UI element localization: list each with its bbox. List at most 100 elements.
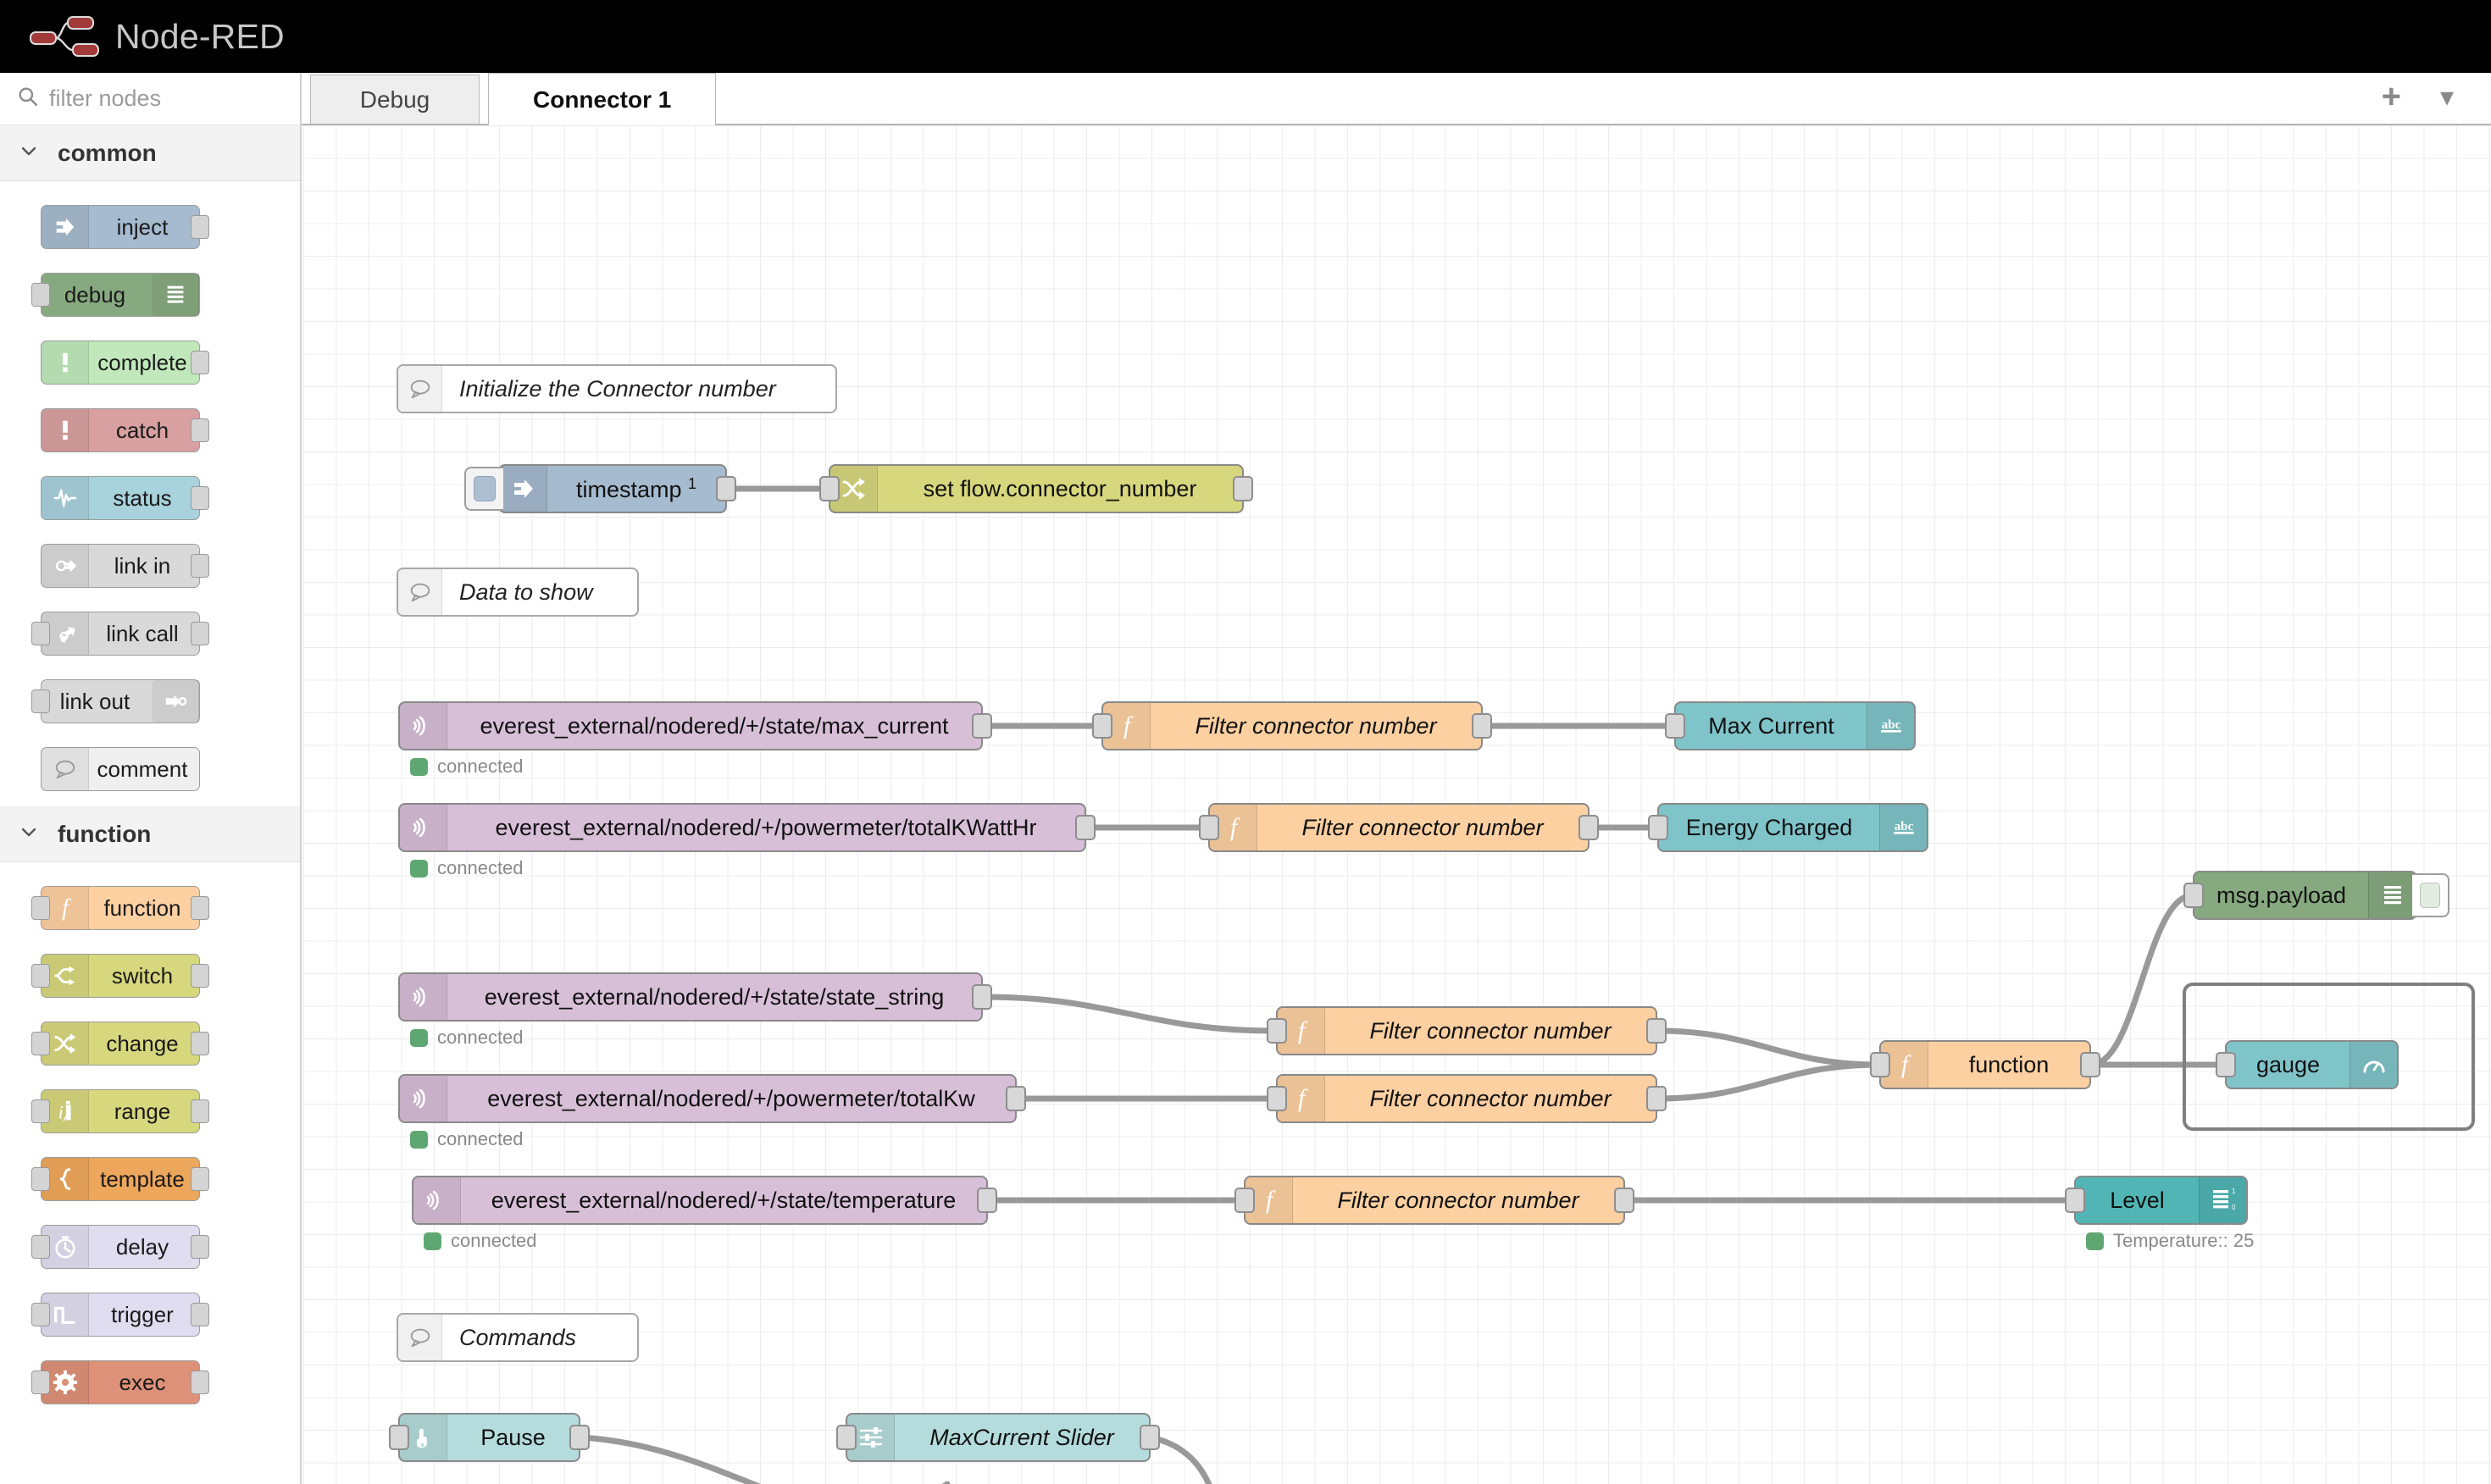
input-port[interactable]	[31, 1235, 50, 1259]
flow-node-btn1[interactable]: Pause	[389, 1413, 590, 1462]
flow-node-mqtt4[interactable]: everest_external/nodered/+/powermeter/to…	[398, 1074, 1026, 1123]
palette-category-function[interactable]: function	[0, 806, 300, 862]
palette-node-range[interactable]: i range	[0, 1077, 300, 1145]
output-port[interactable]	[2080, 1052, 2100, 1077]
output-port[interactable]	[1646, 1018, 1667, 1044]
output-port[interactable]	[1614, 1188, 1634, 1213]
palette-node-status[interactable]: status	[0, 464, 300, 532]
flow-menu-chevron-down-icon[interactable]: ▾	[2440, 83, 2454, 110]
add-flow-button[interactable]: +	[2382, 80, 2401, 114]
input-port[interactable]	[1267, 1086, 1287, 1111]
input-port[interactable]	[31, 1303, 50, 1326]
output-port[interactable]	[972, 713, 992, 739]
wire[interactable]	[1147, 1434, 1219, 1484]
palette-node-switch[interactable]: switch	[0, 942, 300, 1010]
flow-node-fn4[interactable]: f Filter connector number	[1267, 1074, 1667, 1123]
output-port[interactable]	[1233, 476, 1253, 501]
palette-node-link-in[interactable]: link in	[0, 532, 300, 600]
palette-node-change[interactable]: change	[0, 1010, 300, 1077]
input-port[interactable]	[1199, 815, 1219, 840]
flow-node-txt1[interactable]: Max Current abc	[1665, 701, 1916, 750]
input-port[interactable]	[1665, 713, 1685, 739]
output-port[interactable]	[191, 1303, 209, 1326]
flow-node-change1[interactable]: set flow.connector_number	[819, 464, 1253, 513]
flow-node-mqtt1[interactable]: everest_external/nodered/+/state/max_cur…	[398, 701, 992, 750]
input-port[interactable]	[31, 283, 50, 307]
flow-node-inject1[interactable]: timestamp 1	[464, 464, 736, 513]
palette-node-inject[interactable]: inject	[0, 193, 300, 261]
flow-node-fn5[interactable]: f function	[1870, 1040, 2100, 1089]
output-port[interactable]	[191, 351, 209, 374]
flow-node-mqtt2[interactable]: everest_external/nodered/+/powermeter/to…	[398, 803, 1096, 852]
wire[interactable]	[1654, 1027, 1883, 1068]
palette-node-delay[interactable]: delay	[0, 1213, 300, 1281]
flow-node-level1[interactable]: Level 1 0	[2065, 1176, 2248, 1225]
output-port[interactable]	[191, 964, 209, 988]
output-port[interactable]	[1006, 1086, 1026, 1111]
comment-node[interactable]: Data to show	[397, 568, 639, 617]
input-port[interactable]	[1092, 713, 1112, 739]
inject-trigger-button[interactable]	[464, 467, 503, 511]
flow-canvas[interactable]: Initialize the Connector number Data to …	[303, 125, 2491, 1484]
wire[interactable]	[979, 994, 1279, 1034]
output-port[interactable]	[191, 1032, 209, 1055]
output-port[interactable]	[191, 554, 209, 578]
output-port[interactable]	[191, 215, 209, 239]
output-port[interactable]	[972, 984, 992, 1010]
palette-node-template[interactable]: template	[0, 1145, 300, 1213]
palette-node-catch[interactable]: catch	[0, 396, 300, 464]
palette-node-complete[interactable]: complete	[0, 329, 300, 396]
flow-node-dbg1[interactable]: msg.payload	[2183, 871, 2449, 920]
palette-node-exec[interactable]: exec	[0, 1348, 300, 1416]
flow-node-fn1[interactable]: f Filter connector number	[1092, 701, 1492, 750]
output-port[interactable]	[1140, 1425, 1160, 1450]
input-port[interactable]	[389, 1425, 409, 1450]
input-port[interactable]	[1648, 815, 1668, 840]
output-port[interactable]	[1472, 713, 1492, 739]
palette-node-comment[interactable]: comment	[0, 735, 300, 803]
palette-node-link-call[interactable]: link call	[0, 600, 300, 667]
input-port[interactable]	[836, 1425, 857, 1450]
output-port[interactable]	[716, 476, 736, 501]
input-port[interactable]	[1870, 1052, 1890, 1077]
output-port[interactable]	[191, 1370, 209, 1394]
output-port[interactable]	[977, 1188, 997, 1213]
flow-node-fn3[interactable]: f Filter connector number	[1267, 1006, 1667, 1055]
flow-node-fn2[interactable]: f Filter connector number	[1199, 803, 1599, 852]
wire[interactable]	[1654, 1061, 1883, 1102]
tab-debug[interactable]: Debug	[310, 75, 480, 124]
output-port[interactable]	[191, 486, 209, 510]
palette-category-common[interactable]: common	[0, 125, 300, 181]
input-port[interactable]	[31, 622, 50, 645]
input-port[interactable]	[2216, 1052, 2236, 1077]
input-port[interactable]	[31, 1099, 50, 1123]
comment-node[interactable]: Initialize the Connector number	[397, 364, 837, 413]
palette-node-link-out[interactable]: link out	[0, 667, 300, 735]
input-port[interactable]	[2065, 1188, 2085, 1213]
flow-node-txt2[interactable]: Energy Charged abc	[1648, 803, 1928, 852]
flow-node-fn6[interactable]: f Filter connector number	[1234, 1176, 1634, 1225]
palette-node-function[interactable]: f function	[0, 874, 300, 942]
comment-node[interactable]: Commands	[397, 1313, 639, 1362]
output-port[interactable]	[191, 622, 209, 645]
input-port[interactable]	[31, 1370, 50, 1394]
wire[interactable]	[2088, 892, 2196, 1068]
output-port[interactable]	[569, 1425, 590, 1450]
input-port[interactable]	[1234, 1188, 1255, 1213]
input-port[interactable]	[31, 689, 50, 713]
output-port[interactable]	[1578, 815, 1599, 840]
input-port[interactable]	[31, 1167, 50, 1191]
input-port[interactable]	[31, 896, 50, 920]
output-port[interactable]	[191, 896, 209, 920]
output-port[interactable]	[191, 1167, 209, 1191]
output-port[interactable]	[1646, 1086, 1667, 1111]
output-port[interactable]	[191, 418, 209, 442]
flow-node-mqtt5[interactable]: everest_external/nodered/+/state/tempera…	[412, 1176, 997, 1225]
tab-connector-1[interactable]: Connector 1	[488, 73, 717, 125]
flow-node-slider1[interactable]: MaxCurrent Slider	[836, 1413, 1160, 1462]
input-port[interactable]	[31, 1032, 50, 1055]
input-port[interactable]	[2183, 883, 2204, 908]
input-port[interactable]	[31, 964, 50, 988]
output-port[interactable]	[191, 1235, 209, 1259]
debug-enable-toggle[interactable]	[2412, 873, 2449, 917]
